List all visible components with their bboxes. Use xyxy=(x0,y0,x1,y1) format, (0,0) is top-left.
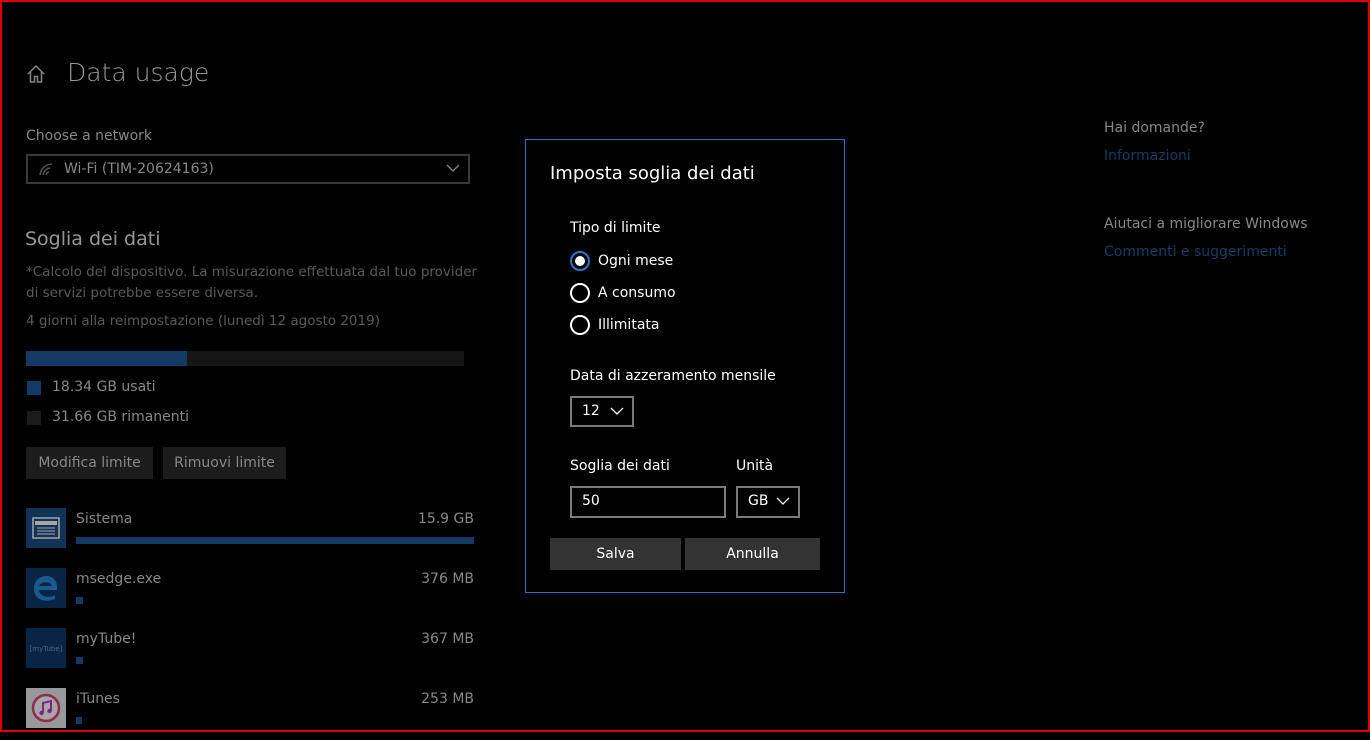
edit-limit-button[interactable]: Modifica limite xyxy=(26,447,153,479)
choose-network-label: Choose a network xyxy=(26,128,153,144)
chevron-down-icon xyxy=(446,164,460,172)
dialog-title: Imposta soglia dei dati xyxy=(550,163,755,184)
app-usage-bar xyxy=(76,597,83,604)
mytube-icon: [myTube] xyxy=(26,628,66,668)
cancel-button[interactable]: Annulla xyxy=(685,538,820,570)
app-row-sistema[interactable]: Sistema 15.9 GB xyxy=(26,508,474,560)
threshold-label: Soglia dei dati xyxy=(570,458,670,474)
app-size: 253 MB xyxy=(421,691,474,707)
unit-label: Unità xyxy=(736,458,774,474)
device-calculation-note: *Calcolo del dispositivo. La misurazione… xyxy=(26,264,478,301)
app-usage-bar xyxy=(76,537,474,544)
threshold-input[interactable]: 50 xyxy=(570,486,726,518)
app-name: Sistema xyxy=(76,511,133,527)
app-size: 376 MB xyxy=(421,571,474,587)
radio-illimitata-label[interactable]: Illimitata xyxy=(598,317,659,333)
remaining-legend-swatch xyxy=(27,411,41,425)
chevron-down-icon xyxy=(776,497,790,505)
set-data-limit-dialog: Imposta soglia dei dati Tipo di limite O… xyxy=(525,139,845,593)
unit-dropdown[interactable]: GB xyxy=(736,486,800,518)
wifi-icon xyxy=(39,163,53,176)
app-name: msedge.exe xyxy=(76,571,162,587)
chevron-down-icon xyxy=(610,407,624,415)
mytube-icon-text: [myTube] xyxy=(30,645,63,653)
edge-icon xyxy=(26,568,66,608)
app-usage-bar xyxy=(76,717,82,724)
feedback-link[interactable]: Commenti e suggerimenti xyxy=(1104,244,1287,260)
usage-progress-bar xyxy=(26,351,464,366)
app-row-itunes[interactable]: iTunes 253 MB xyxy=(26,688,474,740)
remaining-legend-text: 31.66 GB rimanenti xyxy=(52,409,190,425)
radio-a-consumo[interactable] xyxy=(570,283,590,303)
save-button[interactable]: Salva xyxy=(550,538,681,570)
questions-heading: Hai domande? xyxy=(1104,120,1205,136)
app-size: 367 MB xyxy=(421,631,474,647)
app-size: 15.9 GB xyxy=(417,511,474,527)
unit-value: GB xyxy=(748,493,769,509)
system-icon xyxy=(26,508,66,548)
radio-a-consumo-label[interactable]: A consumo xyxy=(598,285,676,301)
app-name: myTube! xyxy=(76,631,137,647)
used-legend-text: 18.34 GB usati xyxy=(52,379,156,395)
data-limit-title: Soglia dei dati xyxy=(25,228,161,250)
app-row-mytube[interactable]: [myTube] myTube! 367 MB xyxy=(26,628,474,680)
usage-progress-fill xyxy=(26,351,187,366)
feedback-heading: Aiutaci a migliorare Windows xyxy=(1104,216,1308,232)
threshold-value: 50 xyxy=(582,493,600,509)
reset-day-value: 12 xyxy=(582,403,600,419)
info-link[interactable]: Informazioni xyxy=(1104,148,1191,164)
reset-day-dropdown[interactable]: 12 xyxy=(570,396,634,427)
network-value: Wi-Fi (TIM-20624163) xyxy=(64,161,214,177)
radio-ogni-mese[interactable] xyxy=(570,251,590,271)
limit-type-label: Tipo di limite xyxy=(570,220,661,236)
radio-ogni-mese-label[interactable]: Ogni mese xyxy=(598,253,673,269)
used-legend-swatch xyxy=(27,381,41,395)
app-row-msedge[interactable]: msedge.exe 376 MB xyxy=(26,568,474,620)
app-name: iTunes xyxy=(76,691,120,707)
network-dropdown[interactable]: Wi-Fi (TIM-20624163) xyxy=(26,154,470,184)
remove-limit-button[interactable]: Rimuovi limite xyxy=(163,447,286,479)
page-title: Data usage xyxy=(67,58,210,87)
itunes-icon xyxy=(26,688,66,728)
radio-illimitata[interactable] xyxy=(570,315,590,335)
reset-countdown: 4 giorni alla reimpostazione (lunedì 12 … xyxy=(26,313,380,329)
reset-date-label: Data di azzeramento mensile xyxy=(570,368,776,384)
app-usage-bar xyxy=(76,657,83,664)
home-icon[interactable] xyxy=(26,64,46,84)
